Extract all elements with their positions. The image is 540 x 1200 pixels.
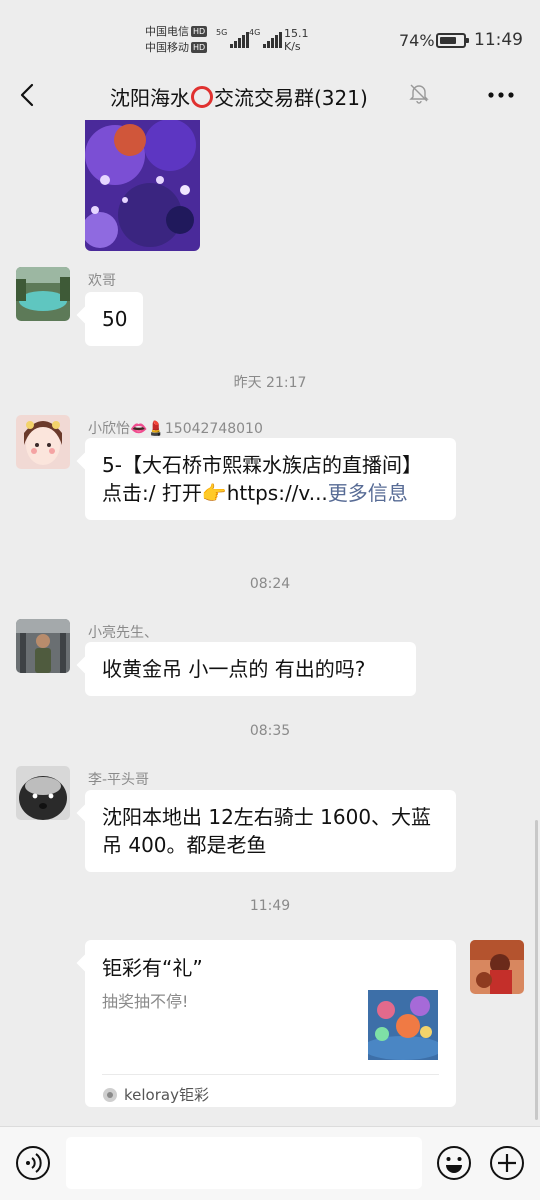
timestamp: 08:35 xyxy=(249,723,291,739)
card-divider xyxy=(102,1074,439,1075)
card-source: keloray钜彩 xyxy=(102,1081,209,1109)
chat-title-part2: 交流交易群(321) xyxy=(214,86,368,110)
network-speed: 15.1 K/s xyxy=(284,27,309,53)
avatar[interactable] xyxy=(470,940,524,994)
timestamp: 08:24 xyxy=(249,576,291,592)
signal-5g-icon: 5G xyxy=(216,28,250,48)
ellipsis-icon[interactable] xyxy=(486,83,516,107)
source-logo-icon xyxy=(103,1088,117,1102)
message-list[interactable]: 欢哥 50 昨天 21:17 小欣怡👄💄15042748010 5-【大石桥市熙… xyxy=(0,120,540,1126)
scrollbar[interactable] xyxy=(535,820,538,1120)
link-card[interactable]: 钜彩有“礼” 抽奖抽不停! keloray钜彩 xyxy=(85,940,456,1107)
avatar[interactable] xyxy=(16,415,70,469)
avatar[interactable] xyxy=(16,619,70,673)
battery-percent: 74% xyxy=(399,31,435,50)
message-text: 沈阳本地出 12左右骑士 1600、大蓝吊 400。都是老鱼 xyxy=(102,805,432,857)
bell-off-icon xyxy=(409,84,429,104)
coral-photo-image[interactable] xyxy=(85,120,200,251)
status-bar: 中国电信 HD 中国移动 HD 5G 4G 15.1 K/s 74% 11:49 xyxy=(0,0,540,70)
sender-name: 欢哥 xyxy=(88,273,116,289)
lips-lipstick-emoji: 👄💄 xyxy=(130,421,165,437)
input-bar xyxy=(0,1126,540,1200)
more-info-link[interactable]: 更多信息 xyxy=(328,481,408,505)
chat-header: 沈阳海水 交流交易群(321) xyxy=(0,70,540,120)
sender-name: 李-平头哥 xyxy=(88,772,150,788)
card-thumbnail-image xyxy=(368,990,438,1060)
battery-fill xyxy=(440,37,457,44)
signal-4g-icon: 4G xyxy=(249,28,283,48)
card-source-name: keloray钜彩 xyxy=(124,1086,209,1104)
carrier-info: 中国电信 HD 中国移动 HD xyxy=(145,24,208,56)
timestamp: 11:49 xyxy=(249,898,291,914)
chat-title-part1: 沈阳海水 xyxy=(110,86,190,110)
message-bubble[interactable]: 50 xyxy=(85,292,143,346)
avatar[interactable] xyxy=(16,766,70,820)
sender-name: 小欣怡👄💄15042748010 xyxy=(88,418,263,438)
chevron-left-icon[interactable] xyxy=(14,80,44,110)
sender-name-text: 小欣怡 xyxy=(88,421,130,437)
message-input[interactable] xyxy=(66,1137,422,1189)
timestamp: 昨天 21:17 xyxy=(233,375,307,391)
card-subtitle: 抽奖抽不停! xyxy=(102,992,189,1011)
card-title: 钜彩有“礼” xyxy=(102,956,203,980)
battery-icon xyxy=(436,33,469,48)
chat-title: 沈阳海水 交流交易群(321) xyxy=(110,82,368,111)
avatar[interactable] xyxy=(16,267,70,321)
plus-circle-icon[interactable] xyxy=(489,1145,525,1181)
sender-phone: 15042748010 xyxy=(164,421,263,437)
emoji-smile-icon[interactable] xyxy=(436,1145,472,1181)
message-bubble[interactable]: 5-【大石桥市熙霖水族店的直播间】 点击:/ 打开👉https://v...更多… xyxy=(85,438,456,520)
hd-badge: HD xyxy=(191,26,208,37)
message-text: 50 xyxy=(102,307,128,331)
carrier-2: 中国移动 xyxy=(145,41,189,54)
hd-badge: HD xyxy=(191,42,208,53)
message-bubble[interactable]: 沈阳本地出 12左右骑士 1600、大蓝吊 400。都是老鱼 xyxy=(85,790,456,872)
red-circle-emoji-icon xyxy=(191,85,213,108)
message-text: 收黄金吊 小一点的 有出的吗? xyxy=(102,657,366,681)
voice-icon[interactable] xyxy=(15,1145,51,1181)
sender-name: 小亮先生、 xyxy=(88,625,158,641)
message-bubble[interactable]: 收黄金吊 小一点的 有出的吗? xyxy=(85,642,416,696)
status-time: 11:49 xyxy=(474,30,523,50)
carrier-1: 中国电信 xyxy=(145,25,189,38)
